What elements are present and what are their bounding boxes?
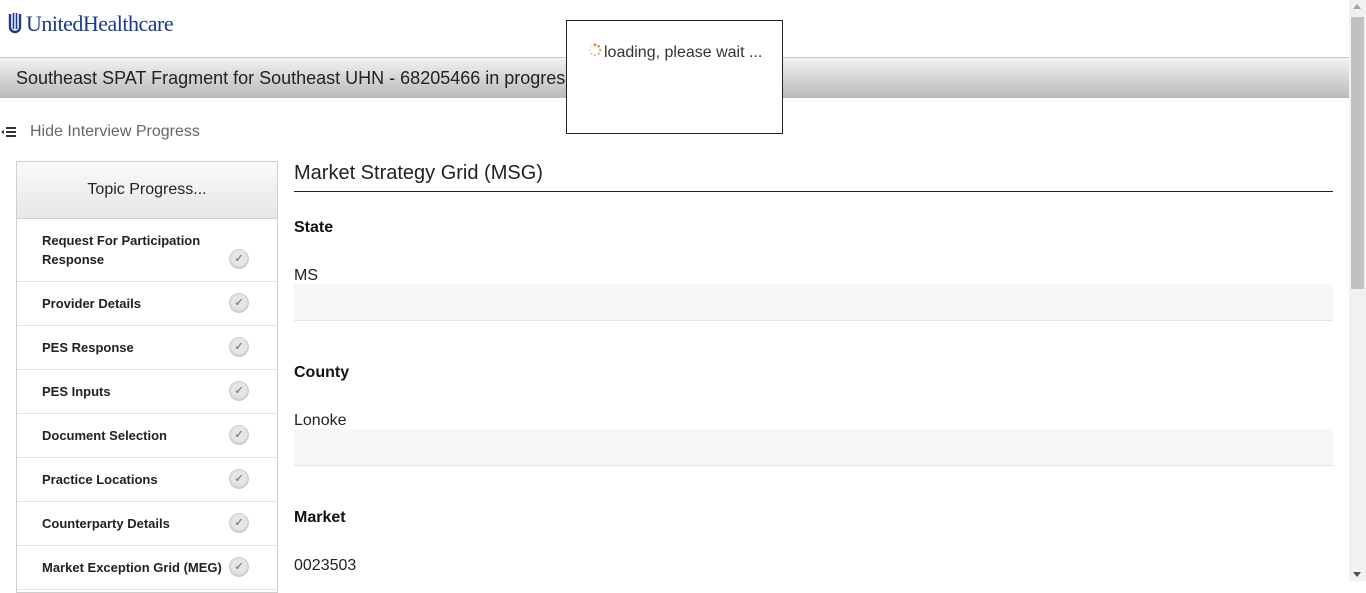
hide-progress-label: Hide Interview Progress (30, 123, 200, 140)
topic-label: Market Exception Grid (MEG) (42, 560, 222, 575)
menu-collapse-icon (0, 125, 18, 139)
field-row-background (294, 429, 1333, 466)
topic-label: PES Response (42, 340, 134, 355)
topic-item-pes-inputs[interactable]: PES Inputs ✓ (17, 370, 277, 414)
topic-item-pes-response[interactable]: PES Response ✓ (17, 326, 277, 370)
check-icon: ✓ (229, 337, 249, 357)
topic-label: Request For Participation Response (42, 233, 201, 267)
brand-name: UnitedHealthcare (26, 11, 174, 36)
field-label: Market (294, 509, 346, 526)
topic-item-practice-locations[interactable]: Practice Locations ✓ (17, 458, 277, 502)
field-value: Lonoke (294, 412, 347, 429)
field-state: State MS (294, 219, 1333, 321)
check-icon: ✓ (229, 293, 249, 313)
check-icon: ✓ (229, 381, 249, 401)
topic-item-request-for-participation[interactable]: Request For Participation Response ✓ (17, 219, 277, 282)
field-label: State (294, 219, 334, 236)
topic-label: PES Inputs (42, 384, 111, 399)
topic-label: Practice Locations (42, 472, 158, 487)
check-icon: ✓ (229, 557, 249, 577)
field-label: County (294, 364, 350, 381)
scroll-up-arrow-icon[interactable] (1353, 4, 1361, 9)
section-divider (294, 191, 1333, 192)
loading-text: loading, please wait ... (604, 44, 763, 61)
topic-item-provider-details[interactable]: Provider Details ✓ (17, 282, 277, 326)
topic-label: Counterparty Details (42, 516, 170, 531)
uhc-logo-icon (8, 13, 22, 34)
hide-interview-progress-toggle[interactable]: Hide Interview Progress (0, 123, 200, 141)
united-healthcare-logo[interactable]: UnitedHealthcare (8, 10, 174, 38)
field-value: MS (294, 267, 318, 284)
check-icon: ✓ (229, 249, 249, 269)
topic-progress-header: Topic Progress... (17, 162, 277, 219)
check-icon: ✓ (229, 513, 249, 533)
page-scrollbar[interactable] (1349, 0, 1366, 581)
topic-label: Document Selection (42, 428, 167, 443)
topic-item-market-exception-grid[interactable]: Market Exception Grid (MEG) ✓ (17, 546, 277, 590)
topic-item-counterparty-details[interactable]: Counterparty Details ✓ (17, 502, 277, 546)
field-value: 0023503 (294, 557, 357, 574)
section-title: Market Strategy Grid (MSG) (294, 162, 543, 184)
check-icon: ✓ (229, 469, 249, 489)
field-market: Market 0023503 (294, 509, 1333, 574)
field-county: County Lonoke (294, 364, 1333, 466)
topic-progress-panel: Topic Progress... Request For Participat… (16, 161, 278, 593)
scroll-down-arrow-icon[interactable] (1353, 572, 1361, 577)
check-icon: ✓ (229, 425, 249, 445)
scrollbar-thumb[interactable] (1351, 17, 1364, 289)
spinner-icon (588, 43, 602, 57)
field-row-background (294, 284, 1333, 321)
interview-title: Southeast SPAT Fragment for Southeast UH… (16, 68, 575, 88)
loading-dialog: loading, please wait ... (566, 20, 783, 134)
topic-label: Provider Details (42, 296, 141, 311)
topic-item-document-selection[interactable]: Document Selection ✓ (17, 414, 277, 458)
